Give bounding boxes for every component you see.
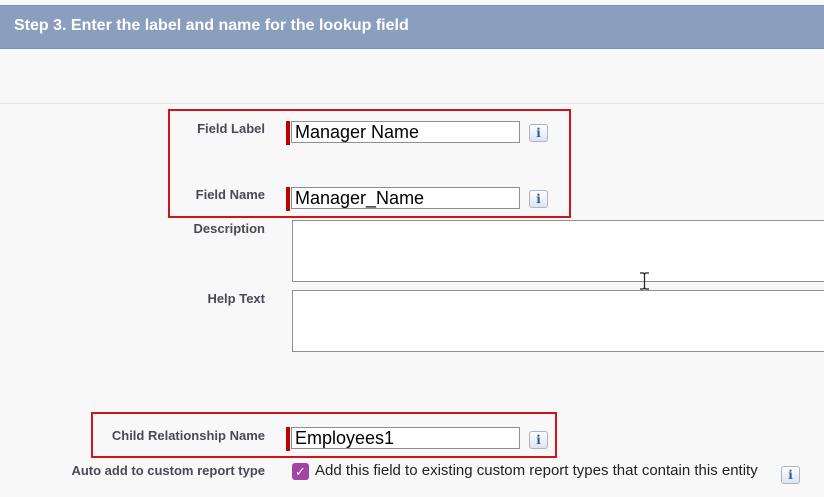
child-relationship-info-icon[interactable]: i [529, 431, 548, 449]
help-text-label: Help Text [207, 291, 265, 306]
field-label-info-icon[interactable]: i [529, 124, 548, 142]
text-cursor-icon [640, 272, 649, 290]
required-indicator [286, 121, 290, 145]
auto-add-checkbox[interactable]: ✓ [292, 463, 309, 480]
auto-add-label: Auto add to custom report type [71, 463, 265, 478]
description-label: Description [193, 221, 265, 236]
required-indicator [286, 427, 290, 451]
auto-add-checkbox-label: Add this field to existing custom report… [315, 462, 758, 479]
child-relationship-name-input[interactable] [291, 427, 520, 449]
step-header: Step 3. Enter the label and name for the… [0, 5, 824, 49]
help-text-textarea[interactable] [292, 290, 824, 352]
field-name-input[interactable] [291, 187, 520, 209]
field-name-label: Field Name [195, 187, 265, 202]
required-indicator [286, 187, 290, 211]
field-name-info-icon[interactable]: i [529, 190, 548, 208]
description-textarea[interactable] [292, 220, 824, 282]
step-title: Step 3. Enter the label and name for the… [14, 17, 409, 34]
child-relationship-name-label: Child Relationship Name [111, 428, 265, 443]
section-divider [0, 103, 824, 104]
field-label-input[interactable] [291, 121, 520, 143]
field-label-label: Field Label [197, 121, 265, 136]
auto-add-info-icon[interactable]: i [781, 466, 800, 484]
